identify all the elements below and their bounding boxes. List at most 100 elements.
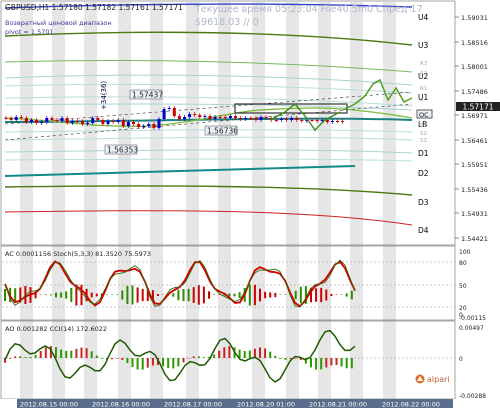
ac-bar	[116, 294, 119, 295]
stoch-axis-label: 20	[459, 305, 467, 312]
ac-bar	[213, 294, 216, 295]
level-label: D2	[418, 169, 429, 178]
ac-bar	[208, 291, 210, 299]
ao-bar	[248, 350, 251, 358]
candle-body	[19, 117, 23, 118]
small-level-label: S3	[420, 138, 427, 144]
price-tag-rotated: +34(36)	[100, 81, 108, 110]
cci-axis-label: 0.00497	[459, 325, 484, 332]
ao-bar	[202, 357, 205, 358]
candle-body	[315, 120, 319, 121]
price-tag-box1: 1.57437	[132, 91, 163, 100]
level-label: D4	[418, 226, 429, 235]
time-axis-label: 2012.08.17 00:00	[164, 401, 222, 408]
ao-bar	[19, 356, 22, 358]
time-axis-label: 2012.08.20 01:00	[237, 401, 295, 408]
ac-bar	[90, 292, 93, 298]
candle-body	[152, 124, 156, 128]
candle-body	[330, 121, 334, 122]
candle-body	[147, 124, 151, 126]
ao-bar	[29, 357, 32, 358]
ac-bar	[192, 287, 195, 303]
candle-body	[116, 120, 120, 122]
ao-bar	[279, 358, 282, 359]
ac-bar	[325, 289, 328, 301]
price-tag-box2: 1.56736	[207, 127, 238, 136]
candle-body	[336, 121, 339, 122]
ao-bar	[34, 354, 37, 358]
time-axis-label: 2012.08.21 00:00	[309, 401, 367, 408]
session-band	[52, 2, 65, 399]
ac-bar	[60, 292, 63, 298]
candle-body	[188, 114, 192, 117]
ao-bar	[223, 347, 226, 358]
ac-bar	[157, 294, 159, 296]
candle-body	[244, 118, 248, 119]
ao-bar	[116, 358, 119, 359]
ao-bar	[65, 350, 68, 358]
ao-bar	[75, 348, 78, 358]
ao-bar	[24, 357, 27, 358]
ao-bar	[187, 358, 190, 359]
candle-body	[325, 120, 329, 122]
candle-body	[285, 119, 288, 120]
ac-bar	[141, 288, 144, 302]
watermark-line-2: $9618.03 // 0	[195, 17, 259, 28]
ac-bar	[259, 288, 261, 302]
ac-bar	[274, 292, 277, 298]
candle-body	[14, 117, 18, 120]
candle-body	[208, 116, 212, 119]
ao-bar	[60, 349, 63, 358]
trading-chart[interactable]: 1.57437 1.56736 1.56353 +34(36) OC GBPUS…	[0, 0, 500, 408]
ao-bar	[340, 358, 343, 367]
candle-body	[35, 120, 39, 123]
candle-body	[295, 118, 299, 120]
ao-bar	[294, 358, 297, 359]
ao-bar	[213, 354, 216, 358]
candle-body	[259, 117, 263, 120]
candle-body	[9, 118, 13, 120]
ac-bar	[284, 294, 287, 295]
ao-bar	[320, 358, 323, 370]
cci-panel-title: AO 0.001282 CCI(14) 172.6022	[5, 325, 107, 333]
current-price-label: 1.57171	[462, 103, 493, 112]
ac-bar	[49, 294, 52, 296]
ac-bar	[202, 286, 205, 304]
ac-bar	[182, 288, 185, 302]
candle-body	[111, 121, 115, 122]
ac-bar	[111, 294, 114, 295]
cci-axis-label: -0.00288	[459, 393, 486, 400]
ao-bar	[192, 356, 195, 358]
candle-body	[126, 122, 130, 126]
level-label: D3	[418, 198, 429, 207]
candle-body	[203, 116, 207, 117]
candle-body	[30, 120, 33, 122]
ao-bar	[90, 351, 93, 358]
price-axis-label: 1.54421	[461, 235, 488, 243]
candle-body	[223, 117, 227, 118]
ac-bar	[126, 286, 129, 304]
session-band	[84, 2, 97, 399]
ao-bar	[243, 351, 246, 358]
candle-body	[132, 122, 135, 124]
ac-bar	[187, 288, 190, 302]
indicator-label-2: pivot = 1.5701	[5, 28, 54, 36]
ac-bar	[121, 290, 124, 300]
ac-bar	[248, 284, 251, 306]
level-label: U4	[418, 13, 428, 22]
ac-bar	[80, 284, 83, 306]
candle-body	[81, 121, 84, 124]
ao-bar	[259, 347, 261, 358]
time-axis-label: 2012.08.15 00:00	[20, 401, 78, 408]
ao-bar	[141, 358, 144, 370]
ac-bar	[136, 287, 139, 303]
oc-tag: OC	[419, 111, 429, 119]
ac-bar	[330, 293, 333, 297]
ao-bar	[80, 347, 83, 358]
candle-body	[239, 118, 243, 119]
stoch-axis-label: 80	[459, 260, 467, 267]
candle-body	[101, 120, 105, 124]
candle-body	[24, 118, 28, 122]
candle-body	[279, 119, 283, 120]
candle-body	[254, 118, 258, 120]
